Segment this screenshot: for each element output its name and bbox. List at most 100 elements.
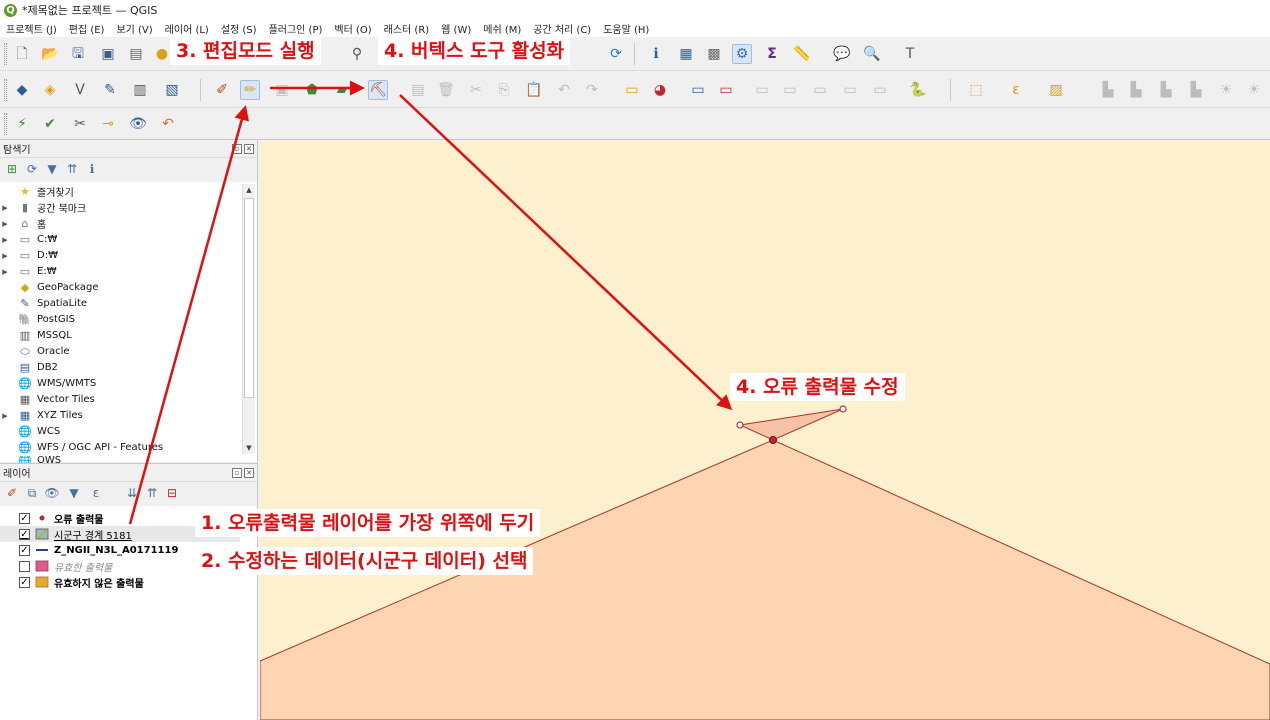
browser-item[interactable]: ▶ ▦ XYZ Tiles [0,408,82,423]
measure-icon[interactable]: 📏 [792,44,812,64]
split-features-icon[interactable]: ✂ [70,114,90,134]
redo-icon[interactable]: ↷ [582,80,602,100]
browser-item[interactable]: ◆ GeoPackage [0,280,99,295]
menu-edit[interactable]: 편집 (E) [69,21,105,36]
add-selected-layers-icon[interactable]: ⊞ [4,161,20,177]
filter-icon[interactable]: ▼ [44,161,60,177]
layer-item[interactable]: ✓ 유효하지 않은 출력물 [0,574,144,590]
map-tips-icon[interactable]: 💬 [832,44,852,64]
layer-item[interactable]: ✓ 오류 출력물 [0,510,103,526]
add-feature-icon[interactable]: ▰ [332,80,352,100]
menu-view[interactable]: 보기 (V) [116,21,152,36]
select-by-expression-icon[interactable]: ε [1006,80,1026,100]
toolbar-grip[interactable] [4,79,7,101]
current-edits-icon[interactable]: ✐ [212,80,232,100]
rotate-label-icon[interactable]: ▭ [780,80,800,100]
browser-item[interactable]: ▶ ▭ C:₩ [0,232,57,247]
diagram-icon[interactable]: ◕ [650,80,670,100]
add-virtual-layer-icon[interactable]: ▧ [162,80,182,100]
merge-icon[interactable]: ⊸ [98,114,118,134]
save-edits-icon[interactable]: ▣ [272,80,292,100]
browser-item[interactable]: 🌐 WCS [0,424,60,439]
browser-item[interactable]: 🌐 WFS / OGC API - Features [0,440,163,455]
open-project-icon[interactable]: 📂 [40,44,60,64]
browser-item[interactable]: ▶ ⌂ 홈 [0,216,46,231]
modify-attributes-icon[interactable]: ▤ [408,80,428,100]
browser-item[interactable]: ⬭ Oracle [0,344,69,359]
paste-features-icon[interactable]: 📋 [524,80,544,100]
filter-legend-icon[interactable]: ▼ [66,485,82,501]
menu-mesh[interactable]: 메쉬 (M) [483,21,521,36]
statistics-sum-icon[interactable]: Σ [762,44,782,64]
highlight-labels-icon[interactable]: ▭ [716,80,736,100]
layout-manager-icon[interactable]: ▤ [126,44,146,64]
browser-item[interactable]: ▤ DB2 [0,360,58,375]
refresh-icon[interactable]: ⟳ [24,161,40,177]
topology-checker-icon[interactable]: ✔ [40,114,60,134]
map-canvas[interactable] [260,141,1270,720]
delete-selected-icon[interactable]: 🗑 [436,80,456,100]
close-panel-icon[interactable]: ✕ [244,467,254,478]
expand-arrow-icon[interactable]: ▶ [0,268,10,276]
vertex-marker[interactable] [839,405,847,413]
expand-arrow-icon[interactable]: ▶ [0,252,10,260]
browser-scrollbar[interactable]: ▲ ▼ [242,184,255,454]
new-project-icon[interactable]: 🗋 [12,44,32,64]
expand-arrow-icon[interactable]: ▶ [0,220,10,228]
add-layer-icon[interactable]: ◆ [12,80,32,100]
text-annotation-icon[interactable]: T [900,44,920,64]
browser-item[interactable]: ▶ ▮ 공간 북마크 [0,200,86,215]
terrain-icon-b[interactable]: ▙ [1156,80,1176,100]
move-label-icon[interactable]: ▭ [752,80,772,100]
cut-features-icon[interactable]: ✂ [466,80,486,100]
menu-plugins[interactable]: 플러그인 (P) [269,21,323,36]
terrain-icon-a[interactable]: ▙ [1126,80,1146,100]
menu-processing[interactable]: 공간 처리 (C) [533,21,591,36]
show-hide-labels-icon[interactable]: ▭ [840,80,860,100]
expand-arrow-icon[interactable]: ▶ [0,204,10,212]
float-panel-icon[interactable]: ▫ [232,143,242,154]
menu-web[interactable]: 웹 (W) [441,21,471,36]
layer-checkbox[interactable]: ✓ [19,528,30,540]
toolbar-grip[interactable] [4,113,7,135]
menu-raster[interactable]: 래스터 (R) [384,21,430,36]
sun-icon-b[interactable]: ☀ [1244,80,1264,100]
deselect-features-icon[interactable]: ▨ [1046,80,1066,100]
browser-item[interactable]: ▶ ▭ E:₩ [0,264,56,279]
add-vector-layer-icon[interactable]: ◈ [40,80,60,100]
style-manager-icon[interactable]: ● [152,44,172,64]
add-delimited-text-icon[interactable]: V [70,80,90,100]
label-toolbar-icon[interactable]: ▭ [622,80,642,100]
undo-arrow-icon[interactable]: ↶ [158,114,178,134]
expand-arrow-icon[interactable]: ▶ [0,236,10,244]
layer-item[interactable]: 유효한 출력물 [0,558,112,574]
browser-item[interactable]: 🌐 WMS/WMTS [0,376,96,391]
save-project-icon[interactable]: 🖫 [68,44,88,64]
collapse-all-icon[interactable]: ⇈ [144,485,160,501]
expand-all-icon[interactable]: ⇊ [124,485,140,501]
close-panel-icon[interactable]: ✕ [244,143,254,154]
add-mssql-icon[interactable]: ▥ [130,80,150,100]
expand-arrow-icon[interactable]: ▶ [0,412,10,420]
undo-icon[interactable]: ↶ [554,80,574,100]
scroll-down-icon[interactable]: ▼ [243,442,255,454]
error-polygon[interactable] [738,408,844,441]
refresh-icon[interactable]: ⟳ [606,44,626,64]
layer-checkbox[interactable]: ✓ [19,576,30,588]
change-label-icon[interactable]: ▭ [810,80,830,100]
manage-visibility-icon[interactable]: 👁 [44,485,60,501]
scroll-up-icon[interactable]: ▲ [243,184,255,196]
toolbar-grip[interactable] [4,43,7,65]
attribute-table-icon[interactable]: ▦ [676,44,696,64]
terrain-icon-c[interactable]: ▙ [1186,80,1206,100]
remove-layer-icon[interactable]: ⊟ [164,485,180,501]
zoom-selection-icon[interactable]: 🔍 [862,44,882,64]
add-polygon-icon[interactable]: ⬟ [302,80,322,100]
float-panel-icon[interactable]: ▫ [232,467,242,478]
vertex-marker[interactable] [736,421,744,429]
layer-checkbox[interactable] [19,560,30,572]
add-spatialite-icon[interactable]: ✎ [100,80,120,100]
error-point-marker[interactable] [769,436,777,444]
toggle-editing-icon[interactable]: ✏ [240,80,260,100]
menu-project[interactable]: 프로젝트 (J) [6,21,57,36]
